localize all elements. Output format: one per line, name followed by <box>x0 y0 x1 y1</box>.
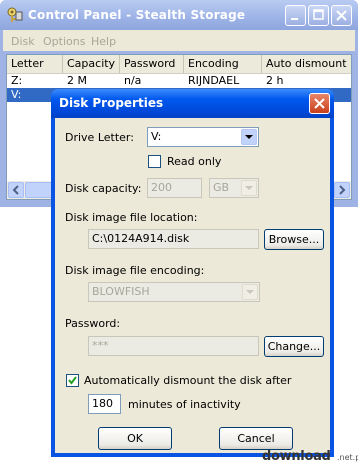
menu-help[interactable]: Help <box>91 35 116 48</box>
drive-letter-value: V: <box>151 130 162 143</box>
arrow-left-icon <box>12 185 19 195</box>
watermark-tld: .net.pl <box>337 453 358 462</box>
capacity-unit-select[interactable]: GB <box>209 178 259 198</box>
column-letter[interactable]: Letter <box>7 55 63 73</box>
password-value: *** <box>92 339 109 352</box>
password-label: Password: <box>65 317 121 330</box>
drive-letter-select[interactable]: V: <box>147 127 259 147</box>
close-button[interactable] <box>331 5 352 26</box>
disk-properties-dialog: Disk Properties Drive Letter: V: Read on… <box>51 89 334 457</box>
cell-letter: Z: <box>11 74 23 87</box>
encoding-value: BLOWFISH <box>92 285 150 298</box>
maximize-button[interactable] <box>308 5 329 26</box>
menu-options[interactable]: Options <box>43 35 85 48</box>
main-titlebar[interactable]: Control Panel - Stealth Storage <box>0 0 358 30</box>
cell-capacity: 2 M <box>67 74 87 87</box>
dialog-title: Disk Properties <box>59 96 164 110</box>
menu-disk[interactable]: Disk <box>11 35 35 48</box>
main-window-title: Control Panel - Stealth Storage <box>28 8 246 22</box>
column-capacity[interactable]: Capacity <box>63 55 120 73</box>
capacity-input[interactable]: 200 <box>147 178 202 198</box>
encoding-select[interactable]: BLOWFISH <box>88 282 260 302</box>
cell-password: n/a <box>124 74 142 87</box>
change-button[interactable]: Change... <box>264 336 324 357</box>
close-icon <box>336 10 347 21</box>
minimize-button[interactable] <box>285 5 306 26</box>
minimize-icon <box>291 18 298 20</box>
location-input[interactable]: C:\0124A914.disk <box>88 229 259 249</box>
menu-bar: Disk Options Help <box>3 30 355 51</box>
close-icon <box>314 98 325 109</box>
read-only-checkbox[interactable] <box>148 155 161 168</box>
auto-dismount-label: Automatically dismount the disk after <box>84 374 292 387</box>
watermark-text: download <box>262 449 331 464</box>
column-password[interactable]: Password <box>120 55 184 73</box>
minutes-label: minutes of inactivity <box>128 398 241 411</box>
dialog-titlebar[interactable]: Disk Properties <box>51 89 334 118</box>
arrow-right-icon <box>339 185 346 195</box>
list-header: Letter Capacity Password Encoding Auto d… <box>7 55 351 74</box>
minutes-input[interactable]: 180 <box>88 394 121 414</box>
minutes-value: 180 <box>92 397 113 410</box>
cell-encoding: RIJNDAEL <box>188 74 240 87</box>
scroll-right-button[interactable] <box>334 182 350 198</box>
chevron-down-icon <box>241 180 257 196</box>
key-lock-icon <box>6 6 23 23</box>
table-row[interactable]: Z: 2 M n/a RIJNDAEL 2 h <box>7 74 351 88</box>
chevron-down-icon[interactable] <box>241 129 257 145</box>
auto-dismount-checkbox[interactable] <box>66 374 79 387</box>
chevron-down-icon <box>242 284 258 300</box>
capacity-value: 200 <box>151 181 172 194</box>
maximize-icon <box>313 9 324 20</box>
browse-button[interactable]: Browse... <box>264 229 324 250</box>
scroll-left-button[interactable] <box>8 182 24 198</box>
cell-letter: V: <box>11 88 22 101</box>
column-auto-dismount[interactable]: Auto dismount <box>262 55 351 73</box>
download-watermark: download .net.pl <box>262 449 358 467</box>
cancel-button[interactable]: Cancel <box>219 427 293 450</box>
encoding-label: Disk image file encoding: <box>65 264 205 277</box>
checkmark-icon <box>68 376 77 385</box>
column-encoding[interactable]: Encoding <box>184 55 262 73</box>
dialog-close-button[interactable] <box>309 93 330 114</box>
drive-letter-label: Drive Letter: <box>65 131 134 144</box>
capacity-unit-value: GB <box>213 181 230 194</box>
location-label: Disk image file location: <box>65 211 198 224</box>
ok-button[interactable]: OK <box>98 427 172 450</box>
password-input[interactable]: *** <box>88 336 259 356</box>
dialog-body: Drive Letter: V: Read only Disk capacity… <box>55 118 330 453</box>
read-only-label: Read only <box>167 155 222 168</box>
capacity-label: Disk capacity: <box>65 182 142 195</box>
cell-auto-dismount: 2 h <box>266 74 284 87</box>
location-value: C:\0124A914.disk <box>92 232 190 245</box>
